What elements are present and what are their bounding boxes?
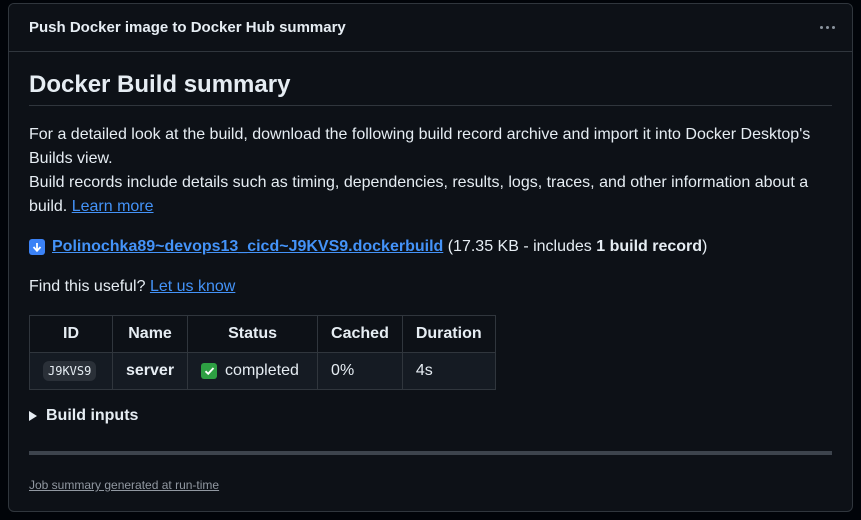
summary-heading: Docker Build summary — [29, 70, 832, 106]
intro-paragraph: For a detailed look at the build, downlo… — [29, 123, 832, 219]
build-inputs-toggle[interactable]: Build inputs — [29, 407, 832, 425]
table-header-row: ID Name Status Cached Duration — [29, 315, 496, 353]
download-line: Polinochka89~devops13_cicd~J9KVS9.docker… — [29, 235, 832, 259]
let-us-know-link[interactable]: Let us know — [150, 278, 235, 295]
build-table: ID Name Status Cached Duration J9KVS9 se… — [29, 315, 496, 390]
job-summary-footer-link[interactable]: Job summary generated at run-time — [29, 478, 219, 492]
build-name: server — [126, 362, 175, 379]
name-cell: server — [111, 352, 189, 390]
cached-cell: 0% — [317, 352, 403, 390]
job-summary-card: Push Docker image to Docker Hub summary … — [8, 3, 853, 512]
table-row: J9KVS9 server completed 0% 4s — [29, 352, 496, 390]
status-cell: completed — [187, 352, 319, 390]
find-useful-text: Find this useful? — [29, 278, 150, 295]
file-info-suffix: ) — [702, 238, 708, 255]
build-id-code: J9KVS9 — [43, 361, 97, 381]
kebab-horizontal-icon[interactable] — [815, 18, 839, 38]
status-text: completed — [225, 362, 299, 379]
column-header-name: Name — [111, 315, 189, 353]
column-header-status: Status — [187, 315, 319, 353]
horizontal-rule — [29, 451, 832, 455]
column-header-id: ID — [29, 315, 113, 353]
duration-cell: 4s — [401, 352, 496, 390]
build-inputs-label: Build inputs — [46, 407, 139, 424]
learn-more-link[interactable]: Learn more — [72, 198, 154, 215]
build-record-download-link[interactable]: Polinochka89~devops13_cicd~J9KVS9.docker… — [52, 235, 443, 259]
card-header: Push Docker image to Docker Hub summary — [9, 4, 852, 52]
intro-line-1: For a detailed look at the build, downlo… — [29, 126, 811, 167]
find-useful-paragraph: Find this useful? Let us know — [29, 275, 832, 299]
column-header-cached: Cached — [317, 315, 403, 353]
card-title: Push Docker image to Docker Hub summary — [29, 19, 346, 36]
summary-content: Docker Build summary For a detailed look… — [9, 52, 852, 494]
file-info-prefix: (17.35 KB - includes — [443, 238, 597, 255]
id-cell: J9KVS9 — [29, 352, 113, 390]
column-header-duration: Duration — [401, 315, 496, 353]
arrow-down-icon — [29, 239, 45, 255]
file-info-bold: 1 build record — [596, 238, 703, 255]
white-check-mark-icon — [201, 363, 218, 379]
disclosure-triangle-icon — [29, 411, 37, 421]
